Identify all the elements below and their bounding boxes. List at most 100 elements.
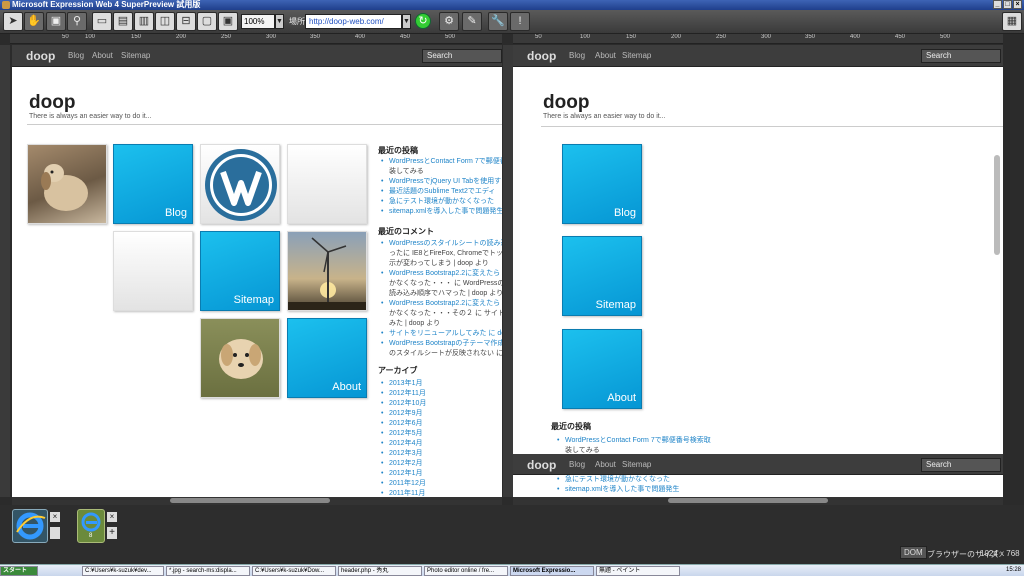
- list-item[interactable]: 2011年11月: [380, 489, 426, 497]
- horizontal-scrollbar-left[interactable]: [12, 497, 502, 505]
- horizontal-scrollbar-right[interactable]: [513, 497, 1003, 505]
- list-item[interactable]: 2012年10月: [380, 399, 426, 409]
- site-brand[interactable]: doop: [527, 458, 556, 472]
- nav-about[interactable]: About: [595, 51, 616, 60]
- windmill-photo-tile[interactable]: [287, 231, 367, 311]
- maximize-button[interactable]: □: [1003, 0, 1012, 9]
- browser-options-icon[interactable]: [50, 527, 60, 539]
- nav-sitemap[interactable]: Sitemap: [622, 51, 651, 60]
- search-input[interactable]: Search: [921, 49, 1001, 63]
- refresh-icon[interactable]: ↻: [415, 13, 431, 29]
- search-input[interactable]: Search: [921, 458, 1001, 472]
- dog-photo-tile[interactable]: [27, 144, 107, 224]
- list-item[interactable]: WordPressのスタイルシートの読み込: [380, 239, 502, 249]
- feedback-icon[interactable]: !: [510, 12, 530, 31]
- empty-tile[interactable]: [287, 144, 367, 224]
- pointer-tool-icon[interactable]: ➤: [3, 12, 23, 31]
- right-preview-pane[interactable]: doop Blog About Sitemap Search doop Ther…: [513, 45, 1003, 497]
- side-by-side-view-icon[interactable]: ▥: [134, 12, 154, 31]
- list-item[interactable]: WordPress Bootstrapの子テーマ作成: [380, 339, 502, 349]
- list-item[interactable]: ったに IE8とFireFox, Chromeでトッ: [380, 249, 502, 259]
- list-item[interactable]: サイトをリニューアルしてみた に doop: [380, 329, 502, 339]
- search-input[interactable]: Search: [422, 49, 502, 63]
- list-item[interactable]: 読み込み順序でハマった | doop より: [380, 289, 502, 299]
- pan-hand-icon[interactable]: ✋: [24, 12, 44, 31]
- ie-browser-thumbnail[interactable]: [12, 509, 48, 543]
- nav-sitemap[interactable]: Sitemap: [121, 51, 150, 60]
- blog-tile[interactable]: Blog: [113, 144, 193, 224]
- about-tile[interactable]: About: [287, 318, 367, 398]
- url-input[interactable]: http://doop-web.com/: [305, 14, 402, 29]
- list-item[interactable]: 示が変わってしまう | doop より: [380, 259, 502, 269]
- horizontal-split-icon[interactable]: ⊟: [176, 12, 196, 31]
- left-preview-pane[interactable]: doop Blog About Sitemap Search doop Ther…: [12, 45, 502, 497]
- minimize-button[interactable]: _: [993, 0, 1002, 9]
- dog-running-photo-tile[interactable]: [200, 318, 280, 398]
- empty-tile[interactable]: [113, 231, 193, 311]
- list-item[interactable]: 2012年6月: [380, 419, 426, 429]
- vertical-split-icon[interactable]: ◫: [155, 12, 175, 31]
- list-item[interactable]: かなくなった・・・ に WordPressのスタ: [380, 279, 502, 289]
- list-item[interactable]: みた | doop より: [380, 319, 502, 329]
- sitemap-tile[interactable]: Sitemap: [562, 236, 642, 316]
- taskbar-item[interactable]: C:¥Users¥k-suzuk¥Dow...: [252, 566, 336, 576]
- list-item[interactable]: 2012年11月: [380, 389, 426, 399]
- single-view-icon[interactable]: ▭: [92, 12, 112, 31]
- blog-tile[interactable]: Blog: [562, 144, 642, 224]
- dom-badge[interactable]: DOM: [900, 546, 927, 559]
- list-item[interactable]: WordPress Bootstrap2.2に変えたら: [380, 299, 502, 309]
- list-item[interactable]: 2011年12月: [380, 479, 426, 489]
- site-brand[interactable]: doop: [26, 49, 55, 63]
- list-item[interactable]: 最近話題のSublime Text2でエディ: [380, 187, 502, 197]
- chevron-down-icon[interactable]: ▼: [402, 14, 411, 29]
- list-item[interactable]: 2012年5月: [380, 429, 426, 439]
- layout-icon[interactable]: ▢: [197, 12, 217, 31]
- browser-settings-icon[interactable]: ⚙: [439, 12, 459, 31]
- nav-blog[interactable]: Blog: [569, 51, 585, 60]
- list-item[interactable]: sitemap.xmlを導入した事で問題発生: [380, 207, 502, 217]
- close-icon[interactable]: ×: [107, 512, 117, 522]
- site-title[interactable]: doop: [543, 92, 589, 114]
- close-icon[interactable]: ×: [50, 512, 60, 522]
- list-item[interactable]: WordPress Bootstrap2.2に変えたら: [380, 269, 502, 279]
- select-element-icon[interactable]: ▣: [46, 12, 66, 31]
- layout-alt-icon[interactable]: ▣: [218, 12, 238, 31]
- sitemap-tile[interactable]: Sitemap: [200, 231, 280, 311]
- taskbar-item[interactable]: Photo editor online / fre...: [424, 566, 508, 576]
- list-item[interactable]: 2012年2月: [380, 459, 426, 469]
- site-title[interactable]: doop: [29, 92, 75, 114]
- taskbar-item-active[interactable]: Microsoft Expressio...: [510, 566, 594, 576]
- list-item[interactable]: 装してみる: [380, 167, 502, 177]
- layout-toggle-icon[interactable]: ▦: [1002, 12, 1022, 31]
- start-button[interactable]: スタート: [0, 566, 38, 576]
- nav-blog[interactable]: Blog: [68, 51, 84, 60]
- add-browser-icon[interactable]: +: [107, 527, 117, 539]
- taskbar-item[interactable]: header.php - 秀丸: [338, 566, 422, 576]
- ie8-browser-thumbnail[interactable]: 8: [77, 509, 105, 543]
- list-item[interactable]: 急にテスト環境が動かなくなった: [556, 475, 679, 485]
- nav-about[interactable]: About: [92, 51, 113, 60]
- list-item[interactable]: WordPressとContact Form 7で郵便番号検索取: [556, 436, 711, 446]
- about-tile[interactable]: About: [562, 329, 642, 409]
- zoom-select[interactable]: 100%: [241, 14, 275, 29]
- nav-sitemap[interactable]: Sitemap: [622, 460, 651, 469]
- tools-icon[interactable]: 🔧: [488, 12, 508, 31]
- site-brand[interactable]: doop: [527, 49, 556, 63]
- list-item[interactable]: 2012年3月: [380, 449, 426, 459]
- list-item[interactable]: 急にテスト環境が動かなくなった: [380, 197, 502, 207]
- list-item[interactable]: sitemap.xmlを導入した事で問題発生: [556, 485, 679, 495]
- list-item[interactable]: 2012年4月: [380, 439, 426, 449]
- pin-icon[interactable]: ⚲: [67, 12, 87, 31]
- wordpress-tile[interactable]: [200, 144, 280, 224]
- list-item[interactable]: 2013年1月: [380, 379, 426, 389]
- list-item[interactable]: WordPressとContact Form 7で郵便番: [380, 157, 502, 167]
- list-item[interactable]: WordPressでjQuery UI Tabを使用す: [380, 177, 502, 187]
- list-item[interactable]: のスタイルシートが反映されない に doo: [380, 349, 502, 359]
- list-item[interactable]: 2012年9月: [380, 409, 426, 419]
- taskbar-item[interactable]: 無題 - ペイント: [596, 566, 680, 576]
- close-button[interactable]: ×: [1013, 0, 1022, 9]
- chevron-down-icon[interactable]: ▼: [275, 14, 284, 29]
- overlay-view-icon[interactable]: ▤: [113, 12, 133, 31]
- list-item[interactable]: かなくなった・・・その２ に サイトをリニ: [380, 309, 502, 319]
- vertical-scrollbar[interactable]: [994, 155, 1000, 255]
